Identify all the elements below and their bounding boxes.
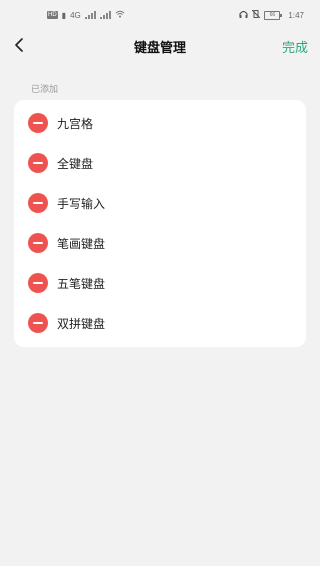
signal-2-icon — [99, 11, 111, 19]
battery-icon: 66 — [264, 10, 283, 20]
list-item: 五笔键盘 — [14, 263, 306, 303]
minus-icon — [33, 242, 43, 244]
list-item: 全键盘 — [14, 143, 306, 183]
keyboard-label: 笔画键盘 — [57, 236, 106, 251]
minus-icon — [33, 202, 43, 204]
page-title: 键盘管理 — [133, 41, 186, 56]
vibrate-icon — [252, 9, 261, 20]
keyboard-list: 九宫格 全键盘 手写输入 笔画键盘 五笔键盘 双拼键盘 — [14, 100, 306, 347]
keyboard-label: 五笔键盘 — [57, 276, 106, 291]
hd-badge: HD — [47, 11, 58, 19]
status-bar-left: HD ▮ 4G — [47, 10, 125, 20]
list-item: 九宫格 — [14, 103, 306, 143]
list-item: 笔画键盘 — [14, 223, 306, 263]
clock: 1:47 — [288, 10, 304, 20]
signal-icon — [84, 11, 96, 19]
list-item: 手写输入 — [14, 183, 306, 223]
nav-bar: 键盘管理 完成 — [0, 30, 320, 62]
remove-button[interactable] — [28, 113, 48, 133]
status-bar: HD ▮ 4G 66 1:47 — [0, 0, 320, 30]
status-bar-right: 66 1:47 — [239, 9, 304, 20]
keyboard-label: 双拼键盘 — [57, 316, 106, 331]
remove-button[interactable] — [28, 153, 48, 173]
list-item: 双拼键盘 — [14, 303, 306, 343]
wifi-icon — [115, 10, 125, 20]
headphones-icon — [239, 10, 249, 20]
keyboard-label: 全键盘 — [57, 156, 94, 171]
network-label: 4G — [70, 10, 81, 20]
minus-icon — [33, 122, 43, 124]
minus-icon — [33, 322, 43, 324]
done-button[interactable]: 完成 — [282, 37, 308, 56]
minus-icon — [33, 162, 43, 164]
keyboard-label: 九宫格 — [57, 116, 94, 131]
keyboard-label: 手写输入 — [57, 196, 106, 211]
remove-button[interactable] — [28, 313, 48, 333]
remove-button[interactable] — [28, 233, 48, 253]
minus-icon — [33, 282, 43, 284]
remove-button[interactable] — [28, 273, 48, 293]
remove-button[interactable] — [28, 193, 48, 213]
sim-icon: ▮ — [61, 10, 67, 20]
section-label-added: 已添加 — [31, 85, 59, 95]
